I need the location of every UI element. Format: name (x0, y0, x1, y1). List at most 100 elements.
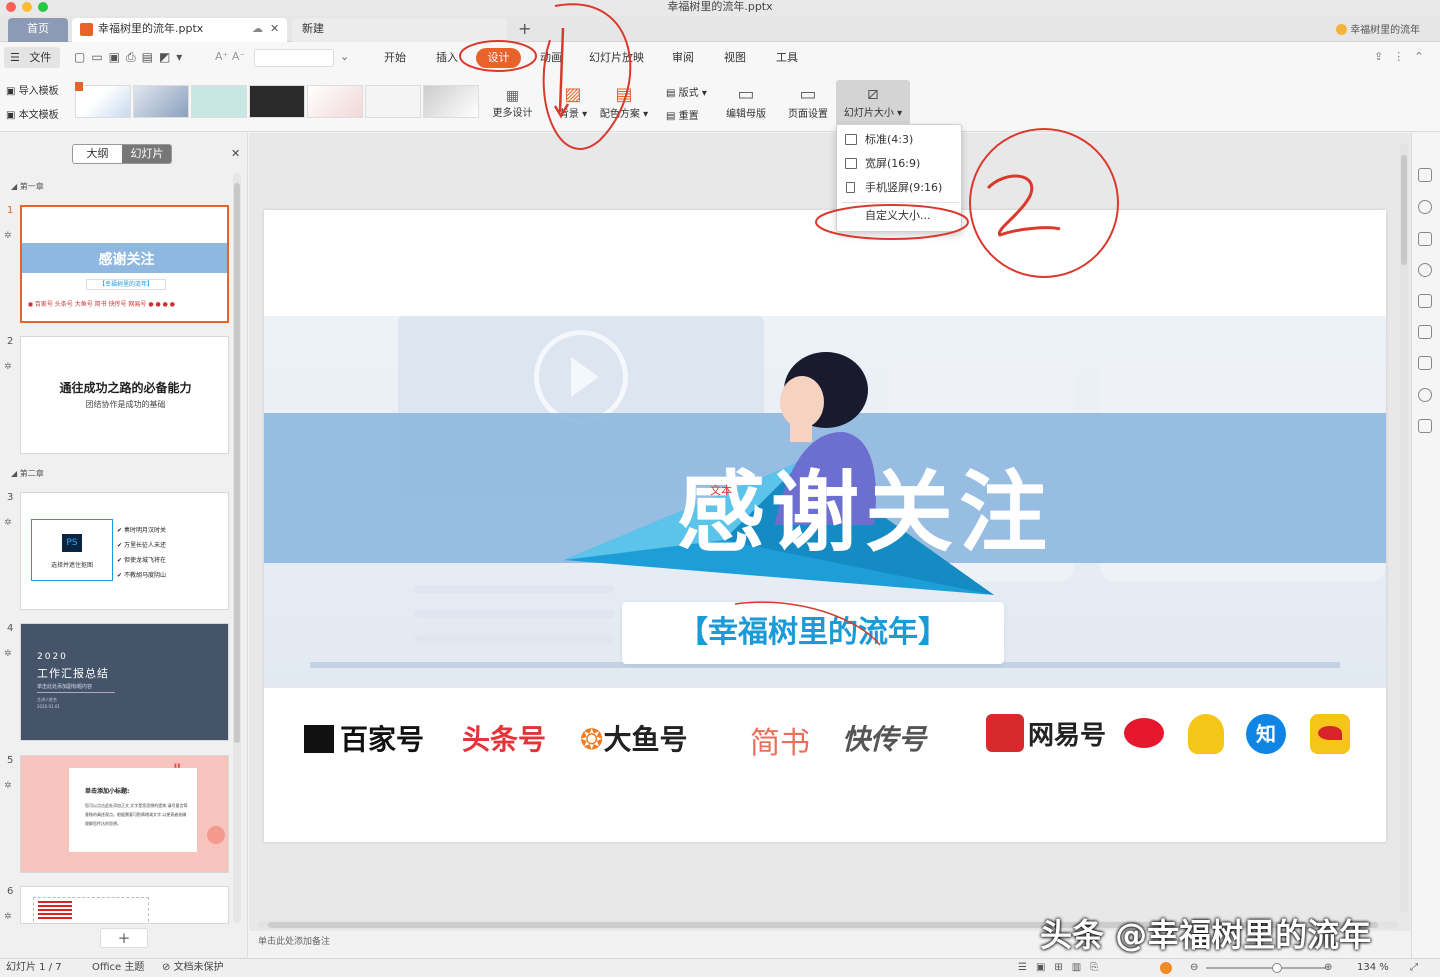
shape-icon[interactable] (1418, 168, 1432, 182)
close-tab-icon[interactable]: ✕ (270, 18, 279, 40)
slide-size-icon: ⧄ (867, 83, 879, 104)
account-area[interactable]: 幸福树里的流年 (1336, 21, 1420, 36)
template-thumbnail[interactable] (365, 85, 421, 118)
menu-home[interactable]: 开始 (384, 42, 406, 74)
page-setup-button[interactable]: ▭ 页面设置 (786, 84, 830, 120)
slide-thumbnail-4[interactable]: 2020 工作汇报总结 单击此处添加副标题内容 主讲人姓名 2020.01.01 (20, 623, 229, 741)
star-icon[interactable] (1418, 325, 1432, 339)
size-custom-option[interactable]: 自定义大小... (837, 204, 963, 228)
slide-thumbnail-5[interactable]: " 单击添加小标题: 您可以点击此处添加正文,文字是您思想的提炼,请尽量言简意赅… (20, 755, 229, 873)
template-thumbnail[interactable] (423, 85, 479, 118)
play-slideshow-icon[interactable] (1160, 962, 1172, 974)
size-portrait-option[interactable]: 手机竖屏(9:16) (837, 176, 963, 200)
font-size-icons[interactable]: A⁺ A⁻ (215, 50, 245, 63)
red-text-block (38, 901, 72, 921)
chevron-down-icon[interactable]: ⌄ (340, 50, 349, 63)
main-title[interactable]: 感谢关注 (264, 442, 1386, 569)
history-icon[interactable] (1418, 388, 1432, 402)
close-panel-icon[interactable]: ✕ (231, 147, 240, 160)
layout-button[interactable]: ▤ 版式 ▾ (666, 84, 707, 99)
font-size-input[interactable] (254, 49, 334, 67)
menu-insert[interactable]: 插入 (436, 42, 458, 74)
color-scheme-button[interactable]: ▤ 配色方案 ▾ (598, 84, 650, 120)
slide-thumbnail-3[interactable]: PS 选择并遮住抠图 ✔ 奏时明月汉时关 ✔ 万里长征人未还 ✔ 但使龙城飞将在… (20, 492, 229, 610)
checklist-item: ✔ 奏时明月汉时关 (117, 527, 166, 534)
quick-access-icons[interactable]: ▢▭▣⎙▤◩▾ (74, 50, 188, 65)
photoshop-icon: PS (62, 534, 82, 552)
editor-vertical-scrollbar[interactable] (1400, 143, 1408, 913)
menu-tools[interactable]: 工具 (776, 42, 798, 74)
slide-size-button[interactable]: ⧄ 幻灯片大小 ▾ (836, 80, 910, 126)
section-heading[interactable]: ◢ 第一章 (11, 181, 44, 192)
theme-name[interactable]: Office 主题 (92, 959, 144, 977)
scrollbar-thumb[interactable] (1401, 155, 1407, 265)
zoom-out-icon[interactable]: ⊖ (1190, 959, 1198, 977)
menu-design[interactable]: 设计 (476, 48, 521, 68)
size-standard-option[interactable]: 标准(4:3) (837, 128, 963, 152)
tab-home[interactable]: 首页 (8, 18, 68, 42)
menu-slideshow[interactable]: 幻灯片放映 (589, 42, 644, 74)
animation-icon[interactable] (1418, 232, 1432, 246)
size-widescreen-option[interactable]: 宽屏(16:9) (837, 152, 963, 176)
zoom-in-icon[interactable]: ⊕ (1324, 959, 1332, 977)
maximize-window-button[interactable] (38, 2, 48, 12)
dayu-icon: ❂ (580, 723, 604, 756)
template-thumbnail[interactable] (191, 85, 247, 118)
zoom-slider[interactable] (1206, 963, 1326, 973)
window-options-icons[interactable]: ⇪⋮⌃ (1374, 50, 1433, 63)
avatar (1336, 24, 1347, 35)
star-icon: ✲ (4, 781, 12, 791)
slide-thumbnail-1[interactable]: 感谢关注 【幸福树里的流年】 ◼ 百家号 头条号 大鱼号 简书 快传号 网易号 … (20, 205, 229, 323)
slide-subtitle: 【幸福树里的流年】 (86, 279, 166, 290)
zoom-slider-thumb[interactable] (1272, 963, 1282, 973)
tab-outline[interactable]: 大纲 (73, 145, 122, 163)
background-button[interactable]: ▨ 背景 ▾ (556, 84, 590, 120)
checklist-item: ✔ 万里长征人未还 (117, 542, 166, 549)
settings-sliders-icon[interactable] (1418, 356, 1432, 370)
import-template-button[interactable]: ▣ 导入模板 (6, 82, 59, 97)
reset-button[interactable]: ▤ 重置 (666, 107, 699, 122)
scrollbar-thumb[interactable] (234, 183, 240, 743)
main-subtitle[interactable]: 【幸福树里的流年】 (622, 602, 1004, 664)
minimize-window-button[interactable] (22, 2, 32, 12)
template-thumbnail[interactable] (75, 85, 131, 118)
template-thumbnail[interactable] (133, 85, 189, 118)
slide-size-dropdown: 标准(4:3) 宽屏(16:9) 手机竖屏(9:16) 自定义大小... (836, 124, 962, 232)
slide-number: 5 (7, 755, 14, 766)
slide-presenter: 主讲人姓名 (37, 697, 57, 702)
add-slide-button[interactable]: + (100, 928, 148, 948)
view-mode-icons[interactable]: ☰▣⊞▥⎘ (1018, 959, 1107, 977)
protect-status[interactable]: ⊘ 文档未保护 (162, 959, 224, 977)
section-heading[interactable]: ◢ 第二章 (11, 468, 44, 479)
shield-icon[interactable] (1418, 263, 1432, 277)
slide-thumbnail-2[interactable]: 通往成功之路的必备能力 团结协作是成功的基础 (20, 336, 229, 454)
star-icon: ✲ (4, 231, 12, 241)
portrait-icon (846, 182, 855, 193)
fit-window-icon[interactable]: ⤢ (1410, 959, 1418, 977)
this-template-button[interactable]: ▣ 本文模板 (6, 106, 59, 121)
menu-review[interactable]: 审阅 (672, 42, 694, 74)
template-thumbnail[interactable] (307, 85, 363, 118)
image-icon[interactable] (1418, 419, 1432, 433)
more-design-button[interactable]: ▦ 更多设计 (490, 88, 535, 119)
tab-document[interactable]: 幸福树里的流年.pptx ☁ ✕ (72, 18, 287, 42)
object-icon[interactable] (1418, 200, 1432, 214)
main-slide[interactable]: 感谢关注 文本 【幸福树里的流年】 百家号 头条号 ❂大鱼号 简书 快传号 网易… (264, 210, 1386, 842)
copy-icon[interactable] (1418, 294, 1432, 308)
zoom-level[interactable]: 134 % (1357, 959, 1389, 977)
close-window-button[interactable] (6, 2, 16, 12)
background-icon: ▨ (564, 84, 582, 105)
template-thumbnail[interactable] (249, 85, 305, 118)
tab-home-label: 首页 (27, 22, 49, 35)
tab-document-label: 幸福树里的流年.pptx (98, 22, 204, 35)
tab-new[interactable]: 新建 (292, 18, 507, 42)
slide-thumbnail-6[interactable] (20, 886, 229, 924)
panel-scrollbar[interactable] (233, 173, 241, 923)
edit-master-button[interactable]: ▭ 编辑母版 (724, 84, 768, 120)
add-tab-icon[interactable]: + (518, 19, 531, 38)
menu-animation[interactable]: 动画 (540, 42, 562, 74)
menu-view[interactable]: 视图 (724, 42, 746, 74)
notes-placeholder[interactable]: 单击此处添加备注 (258, 934, 330, 947)
file-menu-button[interactable]: ☰ 文件 (4, 47, 60, 68)
tab-slides[interactable]: 幻灯片 (122, 145, 171, 163)
